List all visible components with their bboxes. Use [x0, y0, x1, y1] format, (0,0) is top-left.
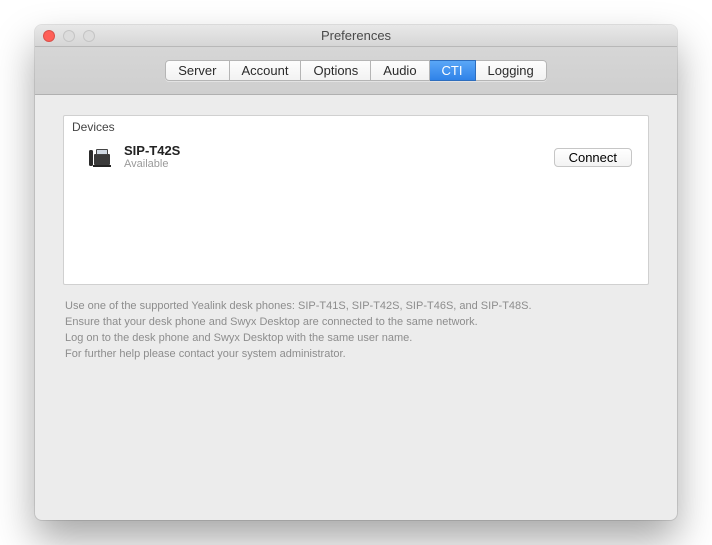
help-line-4: For further help please contact your sys… [65, 347, 647, 363]
desk-phone-icon [88, 146, 114, 168]
tab-server[interactable]: Server [165, 60, 229, 81]
help-line-3: Log on to the desk phone and Swyx Deskto… [65, 331, 647, 347]
devices-label: Devices [64, 116, 648, 140]
tab-options[interactable]: Options [301, 60, 371, 81]
tab-toolbar: Server Account Options Audio CTI Logging [35, 47, 677, 95]
content-area: Devices SIP-T42S Available Connect [35, 95, 677, 285]
device-name: SIP-T42S [124, 144, 554, 158]
device-status: Available [124, 158, 554, 170]
device-text: SIP-T42S Available [124, 144, 554, 170]
help-line-1: Use one of the supported Yealink desk ph… [65, 299, 647, 315]
tab-cti[interactable]: CTI [430, 60, 476, 81]
tab-segmented-control: Server Account Options Audio CTI Logging [165, 60, 547, 81]
help-text: Use one of the supported Yealink desk ph… [35, 285, 677, 363]
tab-logging[interactable]: Logging [476, 60, 547, 81]
tab-audio[interactable]: Audio [371, 60, 429, 81]
groupbox-spacer [64, 170, 648, 284]
connect-button[interactable]: Connect [554, 148, 632, 167]
devices-groupbox: Devices SIP-T42S Available Connect [63, 115, 649, 285]
titlebar: Preferences [35, 25, 677, 47]
minimize-window-button[interactable] [63, 30, 75, 42]
device-row: SIP-T42S Available Connect [64, 140, 648, 170]
tab-account[interactable]: Account [230, 60, 302, 81]
help-line-2: Ensure that your desk phone and Swyx Des… [65, 315, 647, 331]
traffic-lights [35, 30, 95, 42]
window-title: Preferences [35, 28, 677, 43]
close-window-button[interactable] [43, 30, 55, 42]
preferences-window: Preferences Server Account Options Audio… [35, 25, 677, 520]
maximize-window-button[interactable] [83, 30, 95, 42]
